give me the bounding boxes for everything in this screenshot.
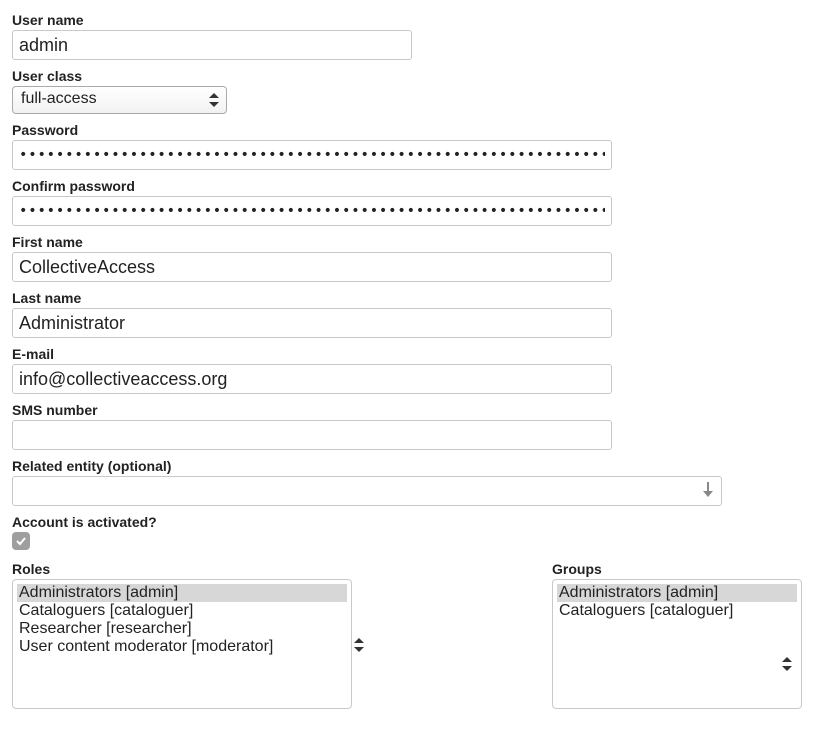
- related-entity-label: Related entity (optional): [12, 458, 818, 474]
- list-item[interactable]: Administrators [admin]: [557, 584, 797, 602]
- userclass-label: User class: [12, 68, 818, 84]
- sms-label: SMS number: [12, 402, 818, 418]
- roles-label: Roles: [12, 561, 352, 577]
- activated-checkbox[interactable]: [12, 532, 30, 550]
- userclass-value: full-access: [21, 90, 97, 107]
- last-name-input[interactable]: [12, 308, 612, 338]
- confirm-password-input[interactable]: [12, 196, 612, 226]
- first-name-input[interactable]: [12, 252, 612, 282]
- related-entity-input[interactable]: [12, 476, 722, 506]
- email-input[interactable]: [12, 364, 612, 394]
- username-label: User name: [12, 12, 818, 28]
- chevron-down-icon: [209, 93, 219, 107]
- email-label: E-mail: [12, 346, 818, 362]
- confirm-password-label: Confirm password: [12, 178, 818, 194]
- list-item[interactable]: Cataloguers [cataloguer]: [17, 602, 347, 620]
- list-item[interactable]: Cataloguers [cataloguer]: [557, 602, 797, 620]
- chevron-down-icon[interactable]: [782, 657, 792, 675]
- list-item[interactable]: Administrators [admin]: [17, 584, 347, 602]
- groups-listbox[interactable]: Administrators [admin]Cataloguers [catal…: [552, 579, 802, 709]
- activated-label: Account is activated?: [12, 514, 818, 530]
- list-item[interactable]: Researcher [researcher]: [17, 620, 347, 638]
- password-input[interactable]: [12, 140, 612, 170]
- chevron-down-icon[interactable]: [354, 638, 364, 656]
- userclass-select[interactable]: full-access: [12, 86, 227, 114]
- groups-label: Groups: [552, 561, 802, 577]
- last-name-label: Last name: [12, 290, 818, 306]
- sms-input[interactable]: [12, 420, 612, 450]
- password-label: Password: [12, 122, 818, 138]
- arrow-down-icon[interactable]: [702, 481, 714, 501]
- roles-listbox[interactable]: Administrators [admin]Cataloguers [catal…: [12, 579, 352, 709]
- list-item[interactable]: User content moderator [moderator]: [17, 638, 347, 656]
- username-input[interactable]: [12, 30, 412, 60]
- first-name-label: First name: [12, 234, 818, 250]
